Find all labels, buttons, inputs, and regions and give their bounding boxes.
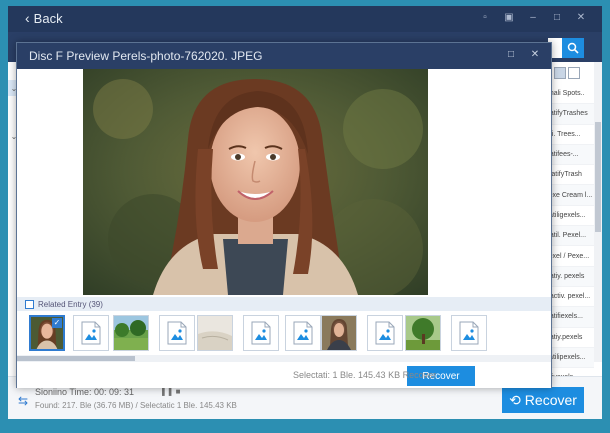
preview-title: Disc F Preview Perels-photo-762020. JPEG… [17,43,551,69]
app-window: ‹ Back ▫ ▣ – □ ✕ ↑🗑› File⌄🗑File››⌄▣UNT› … [8,6,602,419]
thumbnail-image[interactable] [405,315,441,351]
thumbnail-image[interactable] [321,315,357,351]
scan-time: Sioniino Time: 00: 09: 31 [35,387,135,397]
thumbnail-placeholder[interactable] [367,315,403,351]
vertical-scrollbar[interactable] [594,62,602,362]
search-icon [567,42,579,54]
preview-maximize-icon[interactable]: □ [505,49,517,60]
window-controls: ▫ ▣ – □ ✕ [478,11,588,25]
thumbnail-placeholder[interactable] [451,315,487,351]
thumbnail-placeholder[interactable] [243,315,279,351]
thumbnail-placeholder[interactable] [73,315,109,351]
preview-close-icon[interactable]: ✕ [529,49,541,60]
found-summary: Found: 217. Ble (36.76 MB) / Selectatic … [35,401,237,410]
thumbnail-image[interactable] [197,315,233,351]
back-button[interactable]: ‹ Back [25,10,63,26]
search-button[interactable] [562,38,584,58]
thumbnail-strip: ✓ [17,311,551,353]
list-view-icon[interactable] [554,67,566,79]
pause-button[interactable]: ❚❚ ■ [160,387,180,396]
detail-view-icon[interactable] [568,67,580,79]
related-label: Related Entry (39) [38,299,103,309]
preview-title-text: Disc F Preview Perels-photo-762020. JPEG [29,49,263,63]
preview-photo [83,69,428,295]
feedback-icon[interactable]: ▫ [478,11,492,25]
title-bar: ‹ Back ▫ ▣ – □ ✕ [8,6,602,32]
preview-stage [17,69,551,299]
selection-summary: Selectati: 1 Ble. 145.43 KB Recover [293,370,437,380]
scrollbar-thumb[interactable] [595,122,601,232]
minimize-icon[interactable]: – [526,11,540,25]
thumbnail-placeholder[interactable] [159,315,195,351]
maximize-icon[interactable]: □ [550,11,564,25]
related-checkbox[interactable] [25,299,34,309]
related-entry-bar: Related Entry (39) [17,297,551,311]
recover-icon: ⟲ [509,391,521,408]
recover-label: Recover [524,392,577,408]
selected-check-icon: ✓ [52,318,62,328]
preview-footer: Recover Selectati: 1 Ble. 145.43 KB Reco… [17,362,551,388]
horizontal-scroll-thumb[interactable] [17,356,135,361]
scan-icon: ⇆ [18,394,29,408]
back-arrow-icon: ‹ [25,10,30,26]
back-label: Back [33,10,63,26]
close-icon[interactable]: ✕ [574,11,588,25]
thumbnail-placeholder[interactable] [285,315,321,351]
preview-dialog: Disc F Preview Perels-photo-762020. JPEG… [16,42,552,388]
menu-icon[interactable]: ▣ [502,11,516,25]
preview-controls: □ ✕ [505,49,541,60]
horizontal-scrollbar[interactable] [17,355,551,362]
thumbnail-image[interactable] [113,315,149,351]
thumbnail-image[interactable]: ✓ [29,315,65,351]
recover-button[interactable]: ⟲ Recover [502,387,584,413]
